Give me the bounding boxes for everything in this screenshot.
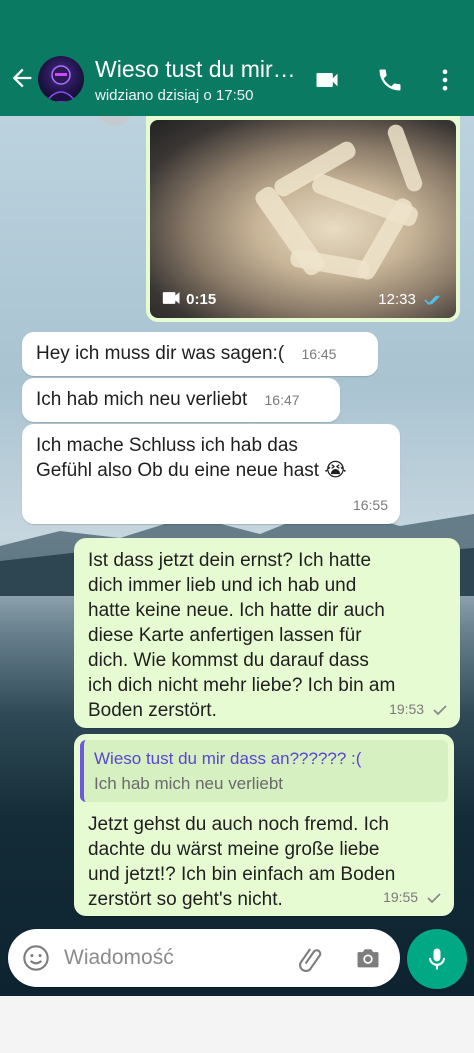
scroll-indicator xyxy=(98,116,132,126)
back-arrow-icon[interactable] xyxy=(8,64,36,92)
last-seen-status: widziano dzisiaj o 17:50 xyxy=(95,87,254,104)
incoming-message[interactable]: Ich hab mich neu verliebt 16:47 xyxy=(22,378,340,422)
sent-tick-icon xyxy=(427,893,441,904)
camera-icon[interactable] xyxy=(354,944,382,972)
phone-icon[interactable] xyxy=(375,66,405,94)
video-camera-icon xyxy=(162,292,180,304)
incoming-message[interactable]: Hey ich muss dir was sagen:( 16:45 xyxy=(22,332,378,376)
video-thumbnail[interactable]: 0:15 12:33 xyxy=(150,120,456,318)
message-composer[interactable]: Wiadomość xyxy=(8,929,400,987)
mic-icon xyxy=(428,948,446,970)
outgoing-reply-message[interactable]: Wieso tust du mir dass an?????? :( Ich h… xyxy=(74,734,454,916)
chat-area[interactable]: 0:15 12:33 Hey ich muss dir was sagen:( … xyxy=(0,116,474,996)
voice-message-button[interactable] xyxy=(407,929,467,989)
video-call-icon[interactable] xyxy=(312,66,342,94)
bottom-bar xyxy=(0,996,474,1053)
message-time: 19:55 xyxy=(383,889,419,905)
avatar[interactable] xyxy=(38,56,84,102)
attach-icon[interactable] xyxy=(296,944,324,972)
more-vert-icon[interactable] xyxy=(430,66,460,94)
quoted-message[interactable]: Wieso tust du mir dass an?????? :( Ich h… xyxy=(80,740,448,802)
sent-tick-icon xyxy=(433,705,447,716)
message-time: 12:33 xyxy=(378,291,416,308)
message-time: 19:53 xyxy=(389,701,425,717)
video-duration: 0:15 xyxy=(186,291,217,308)
chat-title[interactable]: Wieso tust du mir dass an?????? :( xyxy=(95,56,300,83)
message-input[interactable]: Wiadomość xyxy=(64,946,174,970)
incoming-message[interactable]: Ich mache Schluss ich hab das Gefühl als… xyxy=(22,424,400,524)
chat-header: Wieso tust du mir dass an?????? :( widzi… xyxy=(0,0,474,116)
read-ticks-icon xyxy=(424,295,440,306)
video-message[interactable]: 0:15 12:33 xyxy=(146,116,460,322)
outgoing-message[interactable]: Ist dass jetzt dein ernst? Ich hatte dic… xyxy=(74,538,460,728)
emoji-icon[interactable] xyxy=(22,944,50,972)
